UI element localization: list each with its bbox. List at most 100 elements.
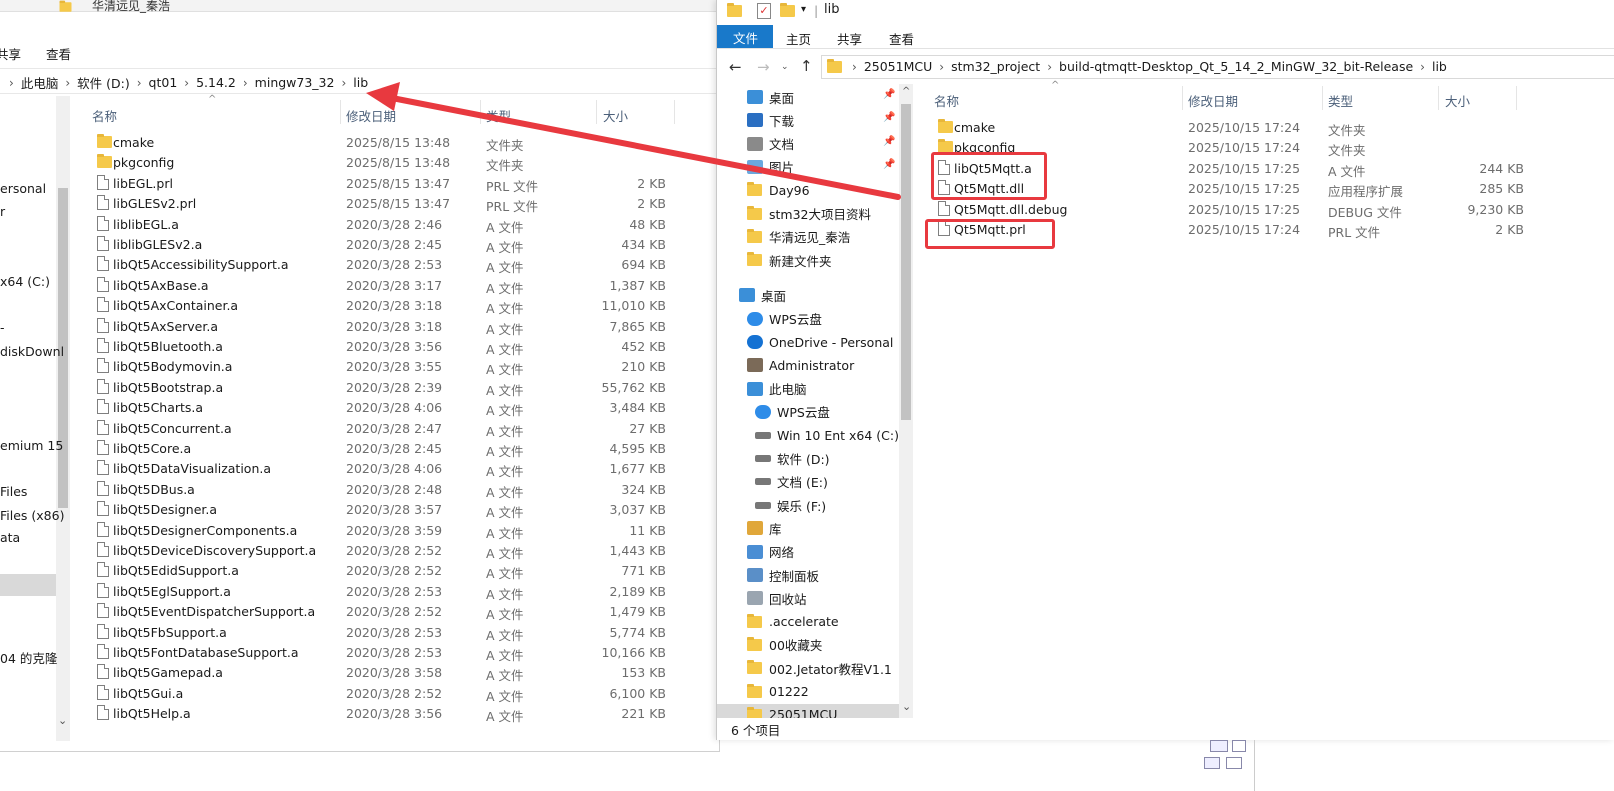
file-row[interactable]: libQt5Bootstrap.a 2020/3/28 2:39 A 文件 55,76…	[0, 377, 719, 398]
file-row[interactable]: libQt5EdidSupport.a 2020/3/28 2:52 A 文件 771…	[0, 560, 719, 581]
tab-share[interactable]: 共享	[837, 29, 862, 48]
file-row[interactable]: pkgconfig 2025/8/15 13:48 文件夹	[0, 152, 719, 173]
column-header-name[interactable]: 名称	[92, 106, 117, 125]
file-row[interactable]: libQt5Designer.a 2020/3/28 3:57 A 文件 3,037 …	[0, 499, 719, 520]
file-row[interactable]: libQt5AccessibilitySupport.a 2020/3/28 2:…	[0, 254, 719, 275]
file-row[interactable]: libQt5Mqtt.a 2025/10/15 17:25 A 文件 244 KB	[717, 158, 1614, 179]
new-folder-icon[interactable]	[780, 3, 795, 17]
file-row[interactable]: libQt5DesignerComponents.a 2020/3/28 3:59…	[0, 520, 719, 541]
file-row[interactable]: libQt5FontDatabaseSupport.a 2020/3/28 2:5…	[0, 642, 719, 663]
breadcrumb-item[interactable]: lib	[353, 75, 368, 90]
nav-item[interactable]: 01222	[717, 681, 899, 703]
file-row[interactable]: libQt5DataVisualization.a 2020/3/28 4:06 A…	[0, 458, 719, 479]
column-header-type[interactable]: 类型	[486, 106, 511, 125]
file-icon	[97, 480, 109, 496]
back-button[interactable]: ←	[729, 58, 742, 76]
nav-item-label: Administrator	[769, 357, 855, 373]
file-size: 153 KB	[621, 665, 666, 681]
nav-item[interactable]: 网络	[717, 541, 899, 563]
breadcrumb-item[interactable]: 25051MCU	[864, 59, 932, 74]
column-header-size[interactable]: 大小	[1445, 91, 1470, 110]
breadcrumb-item[interactable]: lib	[1432, 59, 1447, 74]
quick-access-dropdown-icon[interactable]: ▾	[801, 4, 806, 15]
file-size: 452 KB	[621, 339, 666, 354]
tab-file-label[interactable]: 文件	[733, 28, 758, 47]
up-button[interactable]: ↑	[800, 57, 813, 75]
file-row[interactable]: libQt5Charts.a 2020/3/28 4:06 A 文件 3,484 KB	[0, 397, 719, 418]
file-row[interactable]: libQt5EventDispatcherSupport.a 2020/3/28 …	[0, 601, 719, 622]
file-row[interactable]: libQt5AxBase.a 2020/3/28 3:17 A 文件 1,387 KB	[0, 275, 719, 296]
file-row[interactable]: libQt5DeviceDiscoverySupport.a 2020/3/28 …	[0, 540, 719, 561]
nav-item[interactable]: 25051MCU	[717, 703, 899, 718]
file-row[interactable]: libQt5Gui.a 2020/3/28 2:52 A 文件 6,100 KB	[0, 683, 719, 704]
nav-item[interactable]: 桌面 📌	[717, 86, 899, 108]
file-row[interactable]: libQt5DBus.a 2020/3/28 2:48 A 文件 324 KB	[0, 479, 719, 500]
file-row[interactable]: libQt5Bodymovin.a 2020/3/28 3:55 A 文件 210 K…	[0, 356, 719, 377]
view-toggle-icon[interactable]	[1226, 757, 1242, 769]
scroll-up-icon[interactable]: ^	[902, 86, 910, 97]
nav-item[interactable]: WPS云盘	[717, 401, 899, 423]
column-header-type[interactable]: 类型	[1328, 91, 1353, 110]
nav-item[interactable]: 002.Jetator教程V1.1	[717, 657, 899, 679]
tab-view[interactable]: 查看	[46, 44, 71, 63]
nav-item[interactable]: .accelerate	[717, 611, 899, 633]
column-header-date[interactable]: 修改日期	[346, 106, 396, 125]
file-row[interactable]: libQt5Core.a 2020/3/28 2:45 A 文件 4,595 KB	[0, 438, 719, 459]
file-row[interactable]: cmake 2025/10/15 17:24 文件夹	[717, 117, 1614, 138]
nav-item[interactable]: 00收藏夹	[717, 634, 899, 656]
view-toggle-icon[interactable]	[1210, 740, 1228, 752]
breadcrumb-item[interactable]: 此电脑	[21, 73, 59, 92]
pin-icon[interactable]: 📌	[883, 89, 895, 100]
file-row[interactable]: libQt5EglSupport.a 2020/3/28 2:53 A 文件 2,18…	[0, 581, 719, 602]
recent-dropdown-icon[interactable]: ⌄	[781, 62, 789, 72]
file-row[interactable]: libGLESv2.prl 2025/8/15 13:47 PRL 文件 2 KB	[0, 193, 719, 214]
breadcrumb-item[interactable]: mingw73_32	[255, 75, 335, 90]
nav-item[interactable]: 文档 (E:)	[717, 471, 899, 493]
nav-item[interactable]: 控制面板	[717, 564, 899, 586]
file-row[interactable]: libQt5FbSupport.a 2020/3/28 2:53 A 文件 5,774…	[0, 622, 719, 643]
nav-item[interactable]: 桌面	[717, 284, 899, 306]
nav-item[interactable]: OneDrive - Personal	[717, 331, 899, 353]
breadcrumb-item[interactable]: 5.14.2	[196, 75, 236, 90]
nav-item-label: Win 10 Ent x64 (C:)	[777, 427, 899, 443]
nav-item[interactable]: 回收站	[717, 587, 899, 609]
file-row[interactable]: libQt5Bluetooth.a 2020/3/28 3:56 A 文件 452 K…	[0, 336, 719, 357]
breadcrumb-item[interactable]: stm32_project	[951, 59, 1040, 74]
nav-item[interactable]: Win 10 Ent x64 (C:)	[717, 424, 899, 446]
column-header-date[interactable]: 修改日期	[1188, 91, 1238, 110]
column-header-name[interactable]: 名称	[934, 91, 959, 110]
nav-item[interactable]: 软件 (D:)	[717, 448, 899, 470]
file-row[interactable]: cmake 2025/8/15 13:48 文件夹	[0, 132, 719, 153]
breadcrumb-item[interactable]: qt01	[149, 75, 178, 90]
file-row[interactable]: libQt5Help.a 2020/3/28 3:56 A 文件 221 KB	[0, 703, 719, 724]
properties-icon[interactable]: ✓	[757, 3, 771, 19]
file-row[interactable]: Qt5Mqtt.dll.debug 2025/10/15 17:25 DEBUG 文…	[717, 199, 1614, 220]
tab-share[interactable]: 共享	[0, 44, 21, 63]
file-row[interactable]: Qt5Mqtt.dll 2025/10/15 17:25 应用程序扩展 285 KB	[717, 178, 1614, 199]
file-row[interactable]: Qt5Mqtt.prl 2025/10/15 17:24 PRL 文件 2 KB	[717, 219, 1614, 240]
breadcrumb-item[interactable]: build-qtmqtt-Desktop_Qt_5_14_2_MinGW_32_…	[1059, 59, 1413, 74]
nav-item[interactable]: 库	[717, 517, 899, 539]
nav-item[interactable]: WPS云盘	[717, 308, 899, 330]
nav-item[interactable]: 娱乐 (F:)	[717, 494, 899, 516]
scroll-down-icon[interactable]: ⌄	[902, 700, 911, 713]
file-icon	[97, 582, 109, 598]
file-row[interactable]: libEGL.prl 2025/8/15 13:47 PRL 文件 2 KB	[0, 173, 719, 194]
forward-button[interactable]: →	[757, 58, 770, 76]
column-header-size[interactable]: 大小	[603, 106, 628, 125]
file-date: 2025/10/15 17:25	[1188, 181, 1301, 197]
nav-item[interactable]: 此电脑	[717, 378, 899, 400]
file-row[interactable]: libQt5AxServer.a 2020/3/28 3:18 A 文件 7,865 …	[0, 316, 719, 337]
file-row[interactable]: liblibGLESv2.a 2020/3/28 2:45 A 文件 434 KB	[0, 234, 719, 255]
view-toggle-icon[interactable]	[1232, 740, 1246, 752]
breadcrumb-item[interactable]: 软件 (D:)	[77, 73, 130, 92]
file-row[interactable]: liblibEGL.a 2020/3/28 2:46 A 文件 48 KB	[0, 214, 719, 235]
tab-view[interactable]: 查看	[889, 29, 914, 48]
view-toggle-icon[interactable]	[1204, 757, 1220, 769]
file-row[interactable]: pkgconfig 2025/10/15 17:24 文件夹	[717, 137, 1614, 158]
file-row[interactable]: libQt5Gamepad.a 2020/3/28 3:58 A 文件 153 KB	[0, 662, 719, 683]
tab-home[interactable]: 主页	[786, 29, 811, 48]
file-row[interactable]: libQt5AxContainer.a 2020/3/28 3:18 A 文件 11,…	[0, 295, 719, 316]
file-row[interactable]: libQt5Concurrent.a 2020/3/28 2:47 A 文件 27 K…	[0, 418, 719, 439]
nav-item[interactable]: Administrator	[717, 354, 899, 376]
